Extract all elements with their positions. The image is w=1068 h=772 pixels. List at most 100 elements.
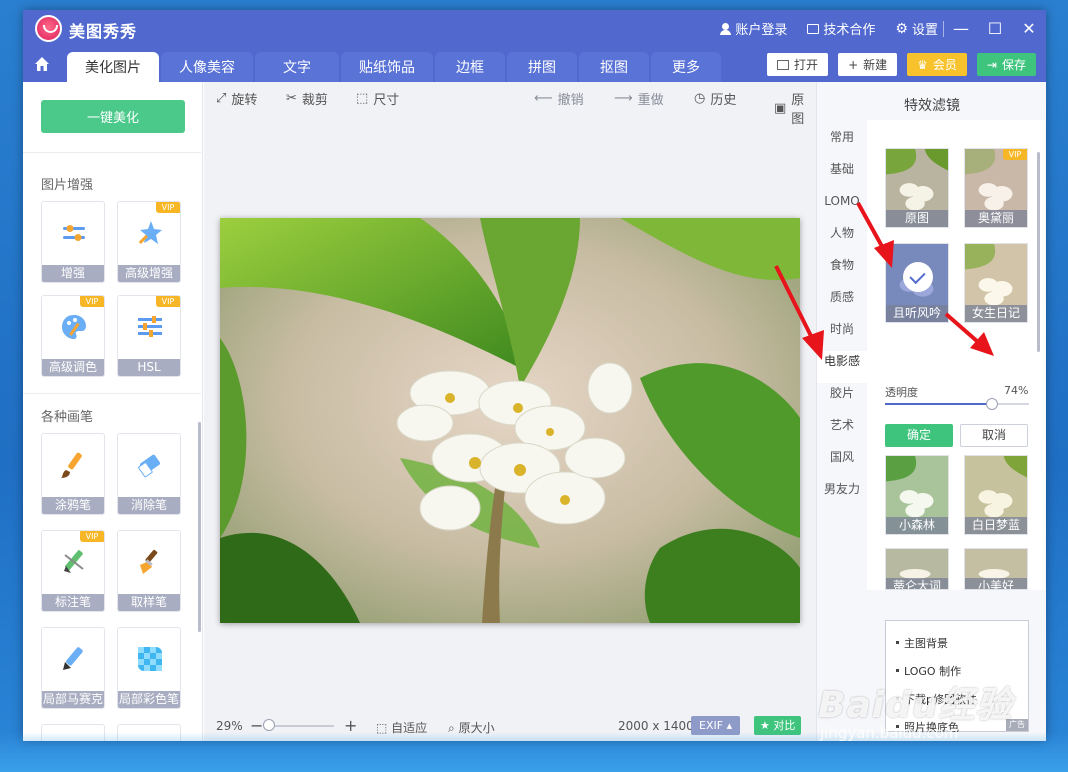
tab-cutout[interactable]: 抠图 (579, 52, 649, 82)
history-button[interactable]: ◷ 历史 (694, 89, 736, 108)
size-button[interactable]: ⬚ 尺寸 (356, 89, 399, 108)
tool-doodle-brush[interactable]: 涂鸦笔 (41, 433, 105, 515)
vip-button[interactable]: ♛ 会员 (907, 53, 967, 76)
left-scrollbar[interactable] (198, 422, 201, 632)
open-button[interactable]: 打开 (767, 53, 829, 76)
filter-thumb[interactable]: 蒂仑大词 (885, 548, 949, 590)
tool-label: 高级调色 (42, 359, 104, 376)
zoom-slider-handle[interactable] (263, 719, 275, 731)
account-login-button[interactable]: 账户登录 (720, 19, 787, 38)
category-item[interactable]: 艺术 (817, 415, 867, 447)
confirm-button[interactable]: 确定 (885, 424, 953, 447)
sample-brush-icon (140, 549, 158, 574)
filter-category-list: 常用 基础 LOMO 人物 食物 质感 时尚 电影感 胶片 艺术 国风 男友力 (817, 127, 867, 511)
one-key-beautify-button[interactable]: 一键美化 (41, 100, 185, 133)
tab-text[interactable]: 文字 (255, 52, 339, 82)
divider (23, 152, 201, 153)
tech-coop-button[interactable]: 技术合作 (807, 19, 875, 38)
app-window: 美图秀秀 账户登录 技术合作 ⚙ 设置 — ☐ ✕ 美化图片 人像美容 文字 贴… (23, 10, 1046, 741)
tool-enhance[interactable]: 增强 (41, 201, 105, 283)
category-item[interactable]: 食物 (817, 255, 867, 287)
category-item[interactable]: LOMO (817, 191, 867, 223)
tool-label: 涂鸦笔 (42, 497, 104, 514)
tool-hsl[interactable]: VIP HSL (117, 295, 181, 377)
tab-stickers[interactable]: 贴纸饰品 (341, 52, 433, 82)
vip-badge: VIP (156, 296, 180, 307)
category-item[interactable]: 国风 (817, 447, 867, 479)
tab-beautify[interactable]: 美化图片 (67, 52, 159, 82)
tab-collage[interactable]: 拼图 (507, 52, 577, 82)
filter-grid: 原图 VIP 奥黛丽 且听风吟 女生日记 透明度 74% 确定 取消 小森林 白… (867, 120, 1045, 590)
filter-thumb[interactable]: VIP 奥黛丽 (964, 148, 1028, 228)
compare-star-icon: ★ (760, 719, 770, 732)
category-item[interactable]: 质感 (817, 287, 867, 319)
user-icon (720, 22, 732, 35)
edit-toolbar: ⤢ 旋转 ✂ 裁剪 ⬚ 尺寸 ⟵ 撤销 ⟶ 重做 ◷ 历史 ▣ 原图 (204, 82, 816, 127)
save-button[interactable]: ⇥ 保存 (976, 53, 1036, 76)
tool-label: 增强 (42, 265, 104, 282)
tool-local-color-pen[interactable]: 局部彩色笔 (117, 627, 181, 709)
tool-label: 标注笔 (42, 594, 104, 611)
rotate-button[interactable]: ⤢ 旋转 (216, 89, 257, 108)
category-item[interactable]: 胶片 (817, 383, 867, 415)
category-item[interactable]: 时尚 (817, 319, 867, 351)
filter-scrollbar[interactable] (1037, 152, 1040, 352)
photo-canvas (220, 218, 800, 623)
category-item[interactable]: 基础 (817, 159, 867, 191)
tool-eraser[interactable]: 消除笔 (117, 433, 181, 515)
tech-coop-label: 技术合作 (823, 23, 876, 38)
clock-icon: ◷ (694, 91, 706, 106)
tab-border[interactable]: 边框 (435, 52, 505, 82)
tool-local-mosaic[interactable]: 局部马赛克 (41, 627, 105, 709)
filter-label: 白日梦蓝 (965, 517, 1027, 534)
filter-panel: 特效滤镜 常用 基础 LOMO 人物 食物 质感 时尚 电影感 胶片 艺术 国风… (816, 82, 1046, 741)
opacity-slider-track[interactable] (885, 398, 1029, 410)
close-icon[interactable]: ✕ (1012, 10, 1046, 47)
maximize-icon[interactable]: ☐ (978, 10, 1012, 47)
tool-advanced-color[interactable]: VIP 高级调色 (41, 295, 105, 377)
undo-button[interactable]: ⟵ 撤销 (534, 89, 584, 108)
category-item[interactable]: 常用 (817, 127, 867, 159)
opacity-slider-handle[interactable] (985, 398, 998, 410)
filter-thumb[interactable]: 小美好 (964, 548, 1028, 590)
category-item[interactable]: 人物 (817, 223, 867, 255)
filter-label: 原图 (886, 210, 948, 227)
zoom-slider-track[interactable] (266, 725, 334, 727)
ad-item[interactable]: 主图背景 (896, 635, 1028, 651)
tool-sample-brush[interactable]: 取样笔 (117, 530, 181, 612)
divider (23, 393, 201, 394)
tab-portrait[interactable]: 人像美容 (161, 52, 253, 82)
settings-button[interactable]: ⚙ 设置 (895, 19, 938, 39)
opacity-slider-fill (885, 403, 992, 405)
rotate-label: 旋转 (231, 93, 258, 108)
open-label: 打开 (794, 58, 819, 72)
tool-advanced-enhance[interactable]: VIP 高级增强 (117, 201, 181, 283)
new-button[interactable]: + 新建 (838, 53, 898, 76)
filter-thumb[interactable]: 女生日记 (964, 243, 1028, 323)
edited-photo[interactable] (220, 218, 800, 623)
opacity-value: 74% (1004, 384, 1029, 397)
category-item-active[interactable]: 电影感 (817, 351, 867, 383)
minimize-icon[interactable]: — (944, 10, 978, 47)
filter-thumb[interactable]: 原图 (885, 148, 949, 228)
tab-more[interactable]: 更多 (651, 52, 721, 82)
new-label: 新建 (863, 58, 888, 72)
filter-thumb[interactable]: 小森林 (885, 455, 949, 535)
home-icon[interactable] (31, 55, 53, 77)
tool-marker[interactable]: VIP 标注笔 (41, 530, 105, 612)
brush-icon (61, 452, 82, 478)
filter-thumb[interactable]: 白日梦蓝 (964, 455, 1028, 535)
category-item[interactable]: 男友力 (817, 479, 867, 511)
palette-icon (62, 315, 86, 339)
opacity-label: 透明度 (885, 386, 918, 399)
filter-thumb-selected[interactable]: 且听风吟 (885, 243, 949, 323)
cancel-button[interactable]: 取消 (960, 424, 1028, 447)
original-button[interactable]: ▣ 原图 (774, 89, 816, 127)
size-label: 尺寸 (373, 93, 400, 108)
checkmark-icon (903, 262, 933, 292)
redo-button[interactable]: ⟶ 重做 (614, 89, 664, 108)
gear-icon: ⚙ (895, 20, 908, 37)
tool-label: 局部彩色笔 (118, 691, 180, 708)
image-icon (777, 59, 790, 70)
crop-button[interactable]: ✂ 裁剪 (286, 89, 328, 108)
